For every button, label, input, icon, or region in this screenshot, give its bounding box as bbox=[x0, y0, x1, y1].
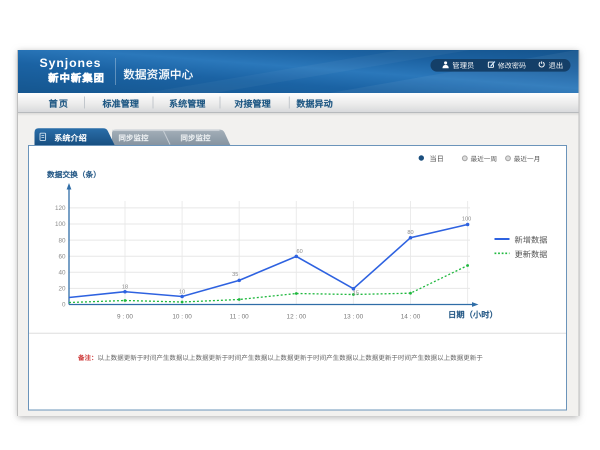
svg-text:14 : 00: 14 : 00 bbox=[401, 314, 421, 321]
svg-text:11 : 00: 11 : 00 bbox=[230, 314, 250, 321]
svg-text:60: 60 bbox=[58, 253, 66, 260]
svg-text:80: 80 bbox=[407, 230, 413, 236]
svg-text:80: 80 bbox=[58, 237, 66, 244]
svg-text:0: 0 bbox=[62, 302, 66, 309]
svg-text:120: 120 bbox=[55, 205, 66, 212]
svg-text:20: 20 bbox=[58, 286, 66, 293]
svg-text:13 : 00: 13 : 00 bbox=[344, 314, 364, 321]
svg-text:10: 10 bbox=[179, 289, 185, 295]
svg-text:100: 100 bbox=[462, 217, 471, 223]
svg-text:100: 100 bbox=[55, 221, 66, 228]
svg-text:Synjones: Synjones bbox=[40, 56, 102, 70]
svg-text:35: 35 bbox=[232, 272, 238, 278]
svg-text:60: 60 bbox=[296, 249, 302, 255]
svg-text:18: 18 bbox=[122, 285, 128, 291]
svg-text:12 : 00: 12 : 00 bbox=[287, 314, 307, 321]
svg-text:40: 40 bbox=[58, 270, 66, 277]
svg-text:15: 15 bbox=[353, 291, 359, 297]
svg-text:10 : 00: 10 : 00 bbox=[172, 314, 192, 321]
svg-text:9 : 00: 9 : 00 bbox=[117, 314, 133, 321]
